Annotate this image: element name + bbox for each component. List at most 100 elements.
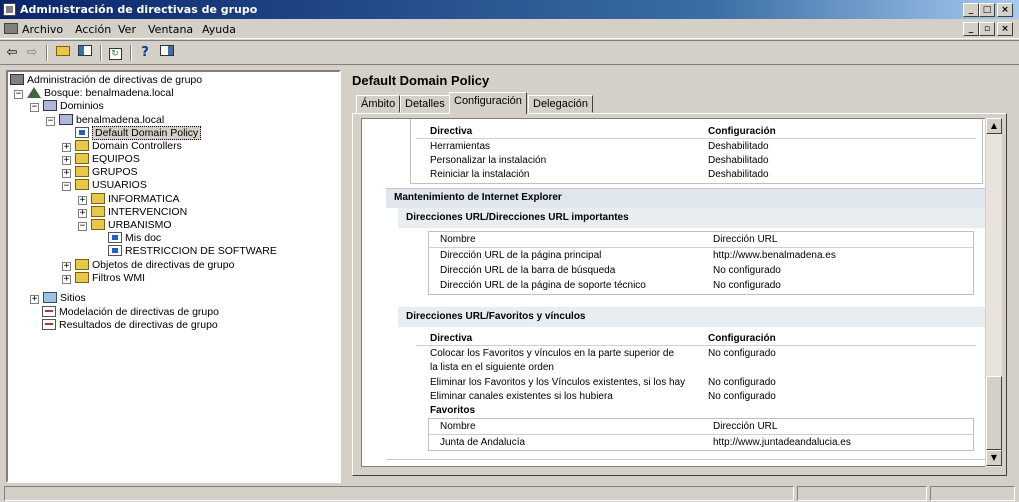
policy-value: Deshabilitado — [708, 155, 769, 166]
policy-title: Default Domain Policy — [352, 73, 490, 88]
subsection-urls-title: Direcciones URL/Direcciones URL importan… — [406, 212, 629, 223]
wmi-folder-icon — [75, 272, 89, 283]
row-divider — [429, 247, 973, 248]
maximize-button[interactable]: □ — [979, 3, 995, 17]
results-icon — [42, 319, 56, 330]
fav-item-url: http://www.juntadeandalucia.es — [713, 437, 851, 448]
scroll-up-icon[interactable]: ▲ — [986, 118, 1002, 134]
url-name: Dirección URL de la barra de búsqueda — [440, 265, 616, 276]
tree-forest[interactable]: − Bosque: benalmadena.local — [14, 87, 174, 100]
expand-icon[interactable]: + — [62, 143, 71, 152]
tree-informatica[interactable]: + INFORMATICA — [78, 193, 180, 206]
mmc-icon[interactable] — [4, 23, 18, 34]
child-restore-button[interactable]: ▫ — [979, 22, 995, 36]
toolbar: ⇦ ⇨ ↻ ? — [0, 40, 1019, 65]
fav-policy-name: Eliminar canales existentes si los hubie… — [430, 391, 613, 402]
collapse-icon[interactable]: − — [30, 103, 39, 112]
expand-icon[interactable]: + — [78, 196, 87, 205]
window-title: Administración de directivas de grupo — [20, 3, 258, 16]
child-minimize-button[interactable]: _ — [963, 22, 979, 36]
collapse-icon[interactable]: − — [14, 90, 23, 99]
tree-modelacion[interactable]: Modelación de directivas de grupo — [42, 306, 219, 319]
ou-icon — [91, 193, 105, 204]
tree-wmi-filters[interactable]: + Filtros WMI — [62, 272, 145, 285]
tree-resultados[interactable]: Resultados de directivas de grupo — [42, 319, 218, 332]
tree-label: INTERVENCION — [108, 206, 188, 218]
policy-name: Personalizar la instalación — [430, 155, 547, 166]
tree-grupos[interactable]: + GRUPOS — [62, 166, 138, 179]
back-icon[interactable]: ⇦ — [4, 44, 20, 62]
modeling-icon — [42, 306, 56, 317]
collapse-icon[interactable]: − — [46, 117, 55, 126]
tree-equipos[interactable]: + EQUIPOS — [62, 153, 140, 166]
tree-label: Resultados de directivas de grupo — [59, 319, 218, 331]
fav-policy-name: la lista en el siguiente orden — [430, 362, 554, 373]
tree-intervencion[interactable]: + INTERVENCION — [78, 206, 187, 219]
scroll-down-icon[interactable]: ▼ — [986, 450, 1002, 466]
menu-ayuda[interactable]: Ayuda — [202, 23, 236, 36]
expand-icon[interactable]: + — [78, 209, 87, 218]
menu-ventana[interactable]: Ventana — [148, 23, 193, 36]
tree-label: USUARIOS — [92, 179, 147, 191]
domain-icon — [59, 114, 73, 125]
tab-configuracion[interactable]: Configuración — [449, 92, 527, 114]
report-scrollbar[interactable]: ▲ ▼ — [985, 118, 1002, 467]
menu-accion[interactable]: Acción — [75, 23, 111, 36]
policy-name: Reiniciar la instalación — [430, 169, 530, 180]
expand-icon[interactable]: + — [30, 295, 39, 304]
tree-gpo-objects[interactable]: + Objetos de directivas de grupo — [62, 259, 234, 272]
tree-label: Domain Controllers — [92, 140, 182, 152]
menu-ver[interactable]: Ver — [118, 23, 136, 36]
ou-icon — [75, 140, 89, 151]
tree-label: Filtros WMI — [92, 272, 146, 284]
ou-icon — [75, 179, 89, 190]
tree-label: Modelación de directivas de grupo — [59, 306, 219, 318]
toolbar-separator — [100, 45, 102, 61]
collapse-icon[interactable]: − — [62, 182, 71, 191]
settings-report[interactable]: Directiva Configuración Herramientas Des… — [361, 118, 1002, 467]
scroll-thumb[interactable] — [986, 376, 1002, 450]
console-tree[interactable]: Administración de directivas de grupo − B… — [6, 70, 341, 483]
col-configuracion: Configuración — [708, 126, 776, 137]
up-folder-icon[interactable] — [54, 44, 72, 62]
tree-mis-doc[interactable]: Mis doc — [108, 232, 161, 245]
tree-domain-controllers[interactable]: + Domain Controllers — [62, 140, 182, 153]
menu-archivo[interactable]: Archivo — [22, 23, 63, 36]
fav-policy-value: No configurado — [708, 348, 776, 359]
expand-icon[interactable]: + — [62, 275, 71, 284]
forest-icon — [27, 87, 41, 98]
minimize-button[interactable]: _ — [963, 3, 979, 17]
tree-urbanismo[interactable]: − URBANISMO — [78, 219, 172, 232]
tree-restriccion-software[interactable]: RESTRICCION DE SOFTWARE — [108, 245, 277, 258]
gpo-link-icon — [75, 127, 89, 138]
tab-detalles[interactable]: Detalles — [400, 95, 450, 113]
help-icon[interactable]: ? — [136, 44, 154, 62]
sites-icon — [43, 292, 57, 303]
app-icon — [3, 3, 16, 16]
expand-icon[interactable]: + — [62, 169, 71, 178]
gpo-container-icon — [75, 259, 89, 270]
refresh-icon[interactable]: ↻ — [106, 44, 124, 62]
tab-ambito[interactable]: Ámbito — [356, 95, 401, 113]
tree-default-domain-policy[interactable]: Default Domain Policy — [75, 126, 202, 140]
expand-icon[interactable]: + — [62, 156, 71, 165]
col-directiva: Directiva — [430, 126, 473, 137]
tree-usuarios[interactable]: − USUARIOS — [62, 179, 147, 192]
section-ie-title: Mantenimiento de Internet Explorer — [394, 192, 562, 203]
collapse-icon[interactable]: − — [78, 222, 87, 231]
tab-delegacion[interactable]: Delegación — [528, 95, 594, 113]
tree-domains[interactable]: − Dominios — [30, 100, 104, 113]
gpo-link-icon — [108, 245, 122, 256]
show-hide-tree-icon[interactable] — [76, 44, 94, 62]
child-close-button[interactable]: × — [997, 22, 1013, 36]
tree-label: Default Domain Policy — [92, 126, 202, 140]
close-button[interactable]: × — [997, 3, 1013, 17]
forward-icon[interactable]: ⇨ — [24, 44, 40, 62]
expand-icon[interactable]: + — [62, 262, 71, 271]
toolbar-separator — [46, 45, 48, 61]
tree-sitios[interactable]: + Sitios — [30, 292, 86, 305]
properties-icon[interactable] — [158, 44, 176, 62]
tree-root[interactable]: Administración de directivas de grupo — [10, 74, 202, 87]
row-divider — [416, 138, 976, 139]
tree-label: RESTRICCION DE SOFTWARE — [125, 245, 277, 257]
